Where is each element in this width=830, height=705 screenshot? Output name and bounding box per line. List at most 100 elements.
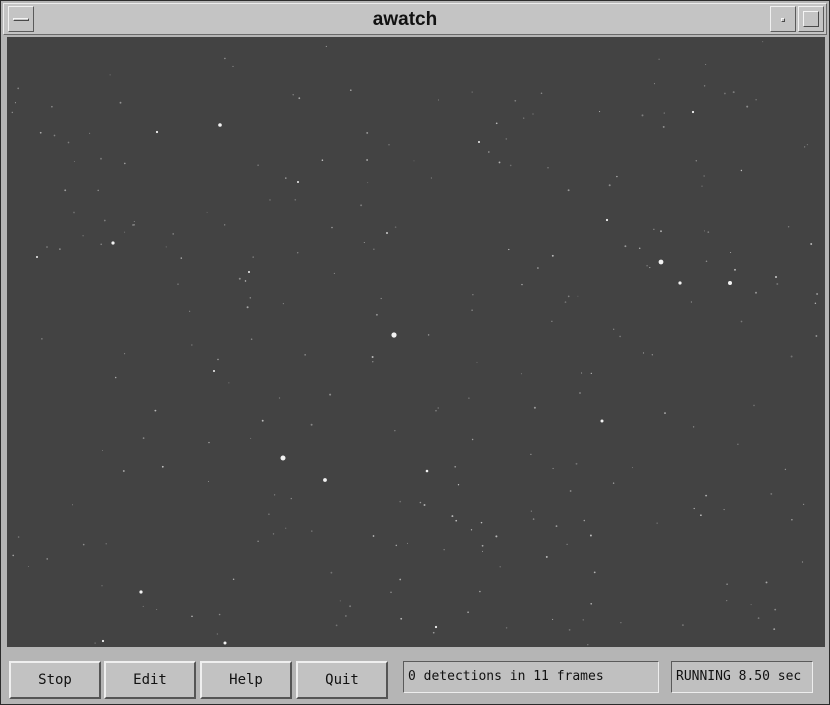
faint-star [532, 113, 534, 115]
faint-star [646, 264, 648, 267]
faint-star [593, 571, 596, 574]
faint-star [252, 256, 254, 258]
faint-star [575, 462, 578, 465]
faint-star [705, 260, 708, 262]
faint-star [349, 605, 352, 608]
faint-star [292, 94, 294, 96]
edit-button[interactable]: Edit [104, 661, 196, 699]
bright-star [297, 181, 299, 183]
faint-star [755, 291, 757, 294]
faint-star [587, 644, 589, 646]
faint-star [681, 624, 684, 627]
faint-star [73, 161, 75, 162]
bright-star [213, 370, 215, 372]
faint-star [191, 615, 193, 618]
faint-star [581, 372, 583, 374]
faint-star [482, 550, 483, 552]
faint-star [207, 481, 209, 482]
quit-button[interactable]: Quit [296, 661, 388, 699]
faint-star [690, 301, 693, 303]
faint-star [437, 407, 439, 409]
bright-star [155, 130, 159, 134]
faint-star [89, 132, 91, 134]
faint-star [296, 251, 299, 254]
faint-star [432, 631, 435, 634]
faint-star [470, 529, 473, 531]
faint-star [17, 87, 20, 90]
minimize-button[interactable] [770, 6, 796, 32]
faint-star [17, 536, 20, 538]
faint-star [770, 492, 773, 495]
control-panel: Stop Edit Help Quit 0 detections in 11 f… [7, 649, 825, 701]
faint-star [804, 146, 806, 148]
faint-star [481, 544, 484, 547]
faint-star [114, 376, 117, 379]
window-menu-button[interactable] [8, 6, 34, 32]
faint-star [479, 590, 481, 593]
faint-star [257, 164, 259, 166]
faint-star [569, 490, 572, 492]
faint-star [218, 613, 221, 616]
faint-star [476, 361, 478, 363]
faint-star [776, 283, 779, 285]
faint-star [124, 353, 126, 355]
faint-star [400, 617, 403, 620]
bright-star [728, 281, 732, 285]
faint-star [723, 509, 725, 511]
faint-star [394, 226, 397, 228]
faint-star [582, 619, 584, 621]
faint-star [653, 83, 655, 85]
faint-star [624, 245, 627, 248]
faint-star [599, 111, 601, 113]
faint-star [105, 543, 107, 545]
faint-star [304, 354, 306, 356]
faint-star [705, 63, 707, 65]
faint-star [123, 162, 126, 165]
faint-star [82, 543, 85, 546]
faint-star [100, 157, 102, 160]
faint-star [208, 441, 210, 444]
faint-star [547, 167, 549, 169]
faint-star [97, 189, 99, 192]
sky-background [7, 37, 825, 647]
faint-star [533, 406, 536, 409]
faint-star [142, 605, 144, 607]
faint-star [762, 41, 764, 43]
faint-star [472, 294, 474, 296]
stop-button[interactable]: Stop [9, 661, 101, 699]
title-bar[interactable]: awatch [3, 3, 827, 35]
faint-star [468, 397, 470, 399]
help-button[interactable]: Help [200, 661, 292, 699]
awatch-window: awatch Stop Edit Help Quit 0 detections … [0, 0, 830, 705]
faint-star [232, 578, 235, 581]
faint-star [791, 519, 793, 521]
faint-star [734, 268, 736, 271]
faint-star [224, 224, 226, 226]
faint-star [390, 591, 392, 594]
faint-star [437, 99, 439, 101]
faint-star [505, 138, 508, 140]
faint-star [701, 185, 703, 187]
faint-star [790, 355, 793, 358]
faint-star [244, 280, 247, 282]
faint-star [454, 465, 457, 468]
maximize-button[interactable] [798, 6, 824, 32]
sky-image-view [7, 37, 825, 647]
faint-star [631, 467, 634, 469]
faint-star [427, 334, 430, 336]
faint-star [329, 393, 332, 396]
faint-star [552, 618, 554, 620]
faint-star [189, 310, 191, 312]
faint-star [641, 114, 644, 117]
faint-star [395, 544, 398, 547]
faint-star [272, 533, 275, 535]
faint-star [339, 600, 341, 602]
faint-star [740, 169, 743, 172]
faint-star [109, 74, 111, 76]
faint-star [579, 392, 581, 394]
faint-star [732, 91, 735, 94]
faint-star [540, 92, 543, 94]
faint-star [423, 504, 426, 506]
faint-star [552, 467, 554, 470]
faint-star [787, 226, 790, 228]
